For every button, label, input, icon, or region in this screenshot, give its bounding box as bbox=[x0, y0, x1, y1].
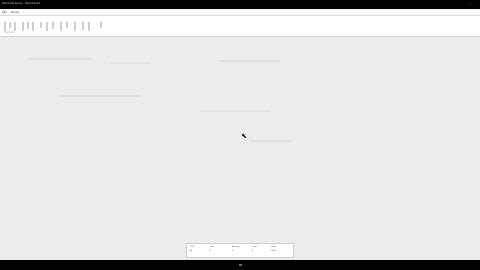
paste-icon[interactable] bbox=[4, 22, 6, 31]
window-title: Microsoft Excel - Workbook1 bbox=[2, 1, 41, 5]
menu-bar bbox=[0, 9, 480, 16]
bold-icon[interactable] bbox=[27, 22, 29, 29]
ribbon-group-label: Clipboard bbox=[4, 31, 15, 34]
number-icon[interactable] bbox=[60, 22, 62, 31]
cells-icon[interactable] bbox=[82, 22, 84, 30]
status-panel: Cell A1 Sum 0 Average 0 Count 0 Zoom 100… bbox=[186, 243, 294, 258]
editing-icon[interactable] bbox=[88, 22, 90, 31]
status-label: Average bbox=[232, 246, 240, 248]
title-bar bbox=[0, 0, 480, 9]
minimize-icon[interactable]: – bbox=[470, 2, 475, 6]
ghost-row bbox=[250, 140, 290, 142]
status-value: 0 bbox=[210, 250, 212, 252]
ribbon-toolbar bbox=[0, 16, 480, 37]
font-icon[interactable] bbox=[22, 22, 24, 31]
status-value: 0 bbox=[252, 250, 254, 252]
ghost-row bbox=[60, 95, 140, 97]
underline-icon[interactable] bbox=[40, 22, 42, 28]
status-label: Zoom bbox=[271, 246, 277, 248]
percent-icon[interactable] bbox=[66, 22, 68, 28]
zoom-value[interactable]: 100% bbox=[271, 250, 276, 252]
menu-file[interactable]: File bbox=[2, 10, 7, 14]
taskbar-app-icon[interactable] bbox=[239, 264, 242, 266]
ghost-row bbox=[220, 60, 280, 62]
styles-icon[interactable] bbox=[74, 22, 76, 31]
status-value: A1 bbox=[190, 250, 193, 252]
cut-icon[interactable] bbox=[9, 22, 11, 28]
sort-icon[interactable] bbox=[100, 22, 102, 28]
status-label: Cell bbox=[190, 246, 194, 248]
wrap-icon[interactable] bbox=[52, 22, 54, 29]
align-icon[interactable] bbox=[46, 22, 48, 31]
ghost-row bbox=[110, 62, 150, 64]
italic-icon[interactable] bbox=[32, 22, 34, 31]
ghost-row bbox=[30, 58, 90, 60]
ghost-row bbox=[200, 110, 270, 112]
worksheet-area[interactable] bbox=[0, 37, 480, 260]
status-label: Count bbox=[252, 246, 258, 248]
status-value: 0 bbox=[232, 250, 234, 252]
mouse-pointer-icon: ⬉ bbox=[241, 133, 247, 140]
menu-home[interactable]: Home bbox=[11, 10, 19, 14]
status-label: Sum bbox=[210, 246, 215, 248]
copy-icon[interactable] bbox=[14, 22, 16, 31]
